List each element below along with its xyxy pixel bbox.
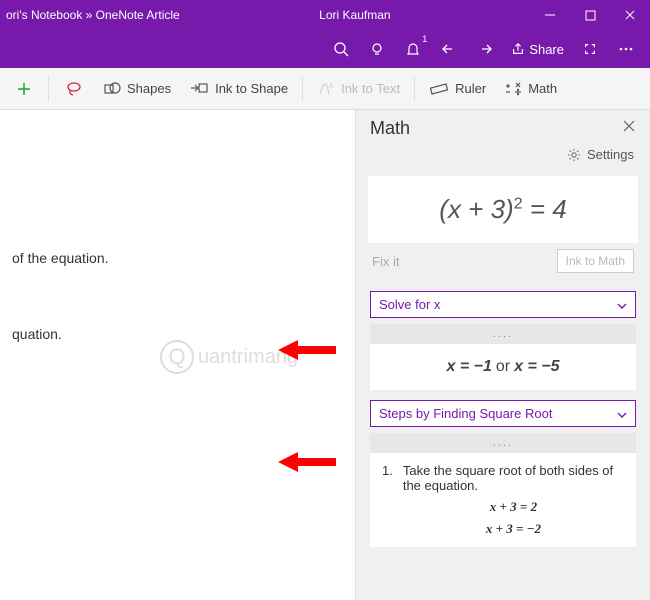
fullscreen-icon[interactable] (572, 30, 608, 68)
lightbulb-icon[interactable] (359, 30, 395, 68)
step-equation: x + 3 = −2 (403, 521, 624, 537)
chevron-down-icon (617, 406, 627, 421)
fix-it-button[interactable]: Fix it (372, 254, 557, 269)
annotation-arrow (278, 338, 338, 362)
undo-icon[interactable] (431, 30, 467, 68)
dropdown-label: Steps by Finding Square Root (379, 406, 617, 421)
ink-to-text-icon: A (317, 80, 335, 98)
ink-to-shape-button[interactable]: Ink to Shape (181, 71, 296, 107)
ruler-button[interactable]: Ruler (421, 71, 494, 107)
separator (48, 77, 49, 101)
math-pane: Math Settings (x + 3)2 = 4 Fix it Ink to… (355, 110, 650, 600)
steps-method-dropdown[interactable]: Steps by Finding Square Root (370, 400, 636, 427)
step-equation: x + 3 = 2 (403, 499, 624, 515)
maximize-button[interactable] (570, 0, 610, 30)
chevron-down-icon (617, 297, 627, 312)
close-pane-button[interactable] (622, 119, 636, 138)
add-page-button[interactable] (6, 71, 42, 107)
close-button[interactable] (610, 0, 650, 30)
expand-dots[interactable]: .... (370, 324, 636, 344)
notification-badge: 1 (422, 34, 427, 44)
command-bar: 1 Share (0, 30, 650, 68)
separator (302, 77, 303, 101)
step-number: 1. (382, 463, 393, 537)
shapes-label: Shapes (127, 81, 171, 96)
ink-to-shape-label: Ink to Shape (215, 81, 288, 96)
gear-icon (567, 148, 581, 162)
expand-dots[interactable]: .... (370, 433, 636, 453)
math-settings-button[interactable]: Settings (356, 143, 650, 170)
solution-display: x = −1orx = −5 (370, 344, 636, 390)
math-button[interactable]: Math (496, 71, 565, 107)
ink-to-text-button: A Ink to Text (309, 71, 408, 107)
settings-label: Settings (587, 147, 634, 162)
shapes-button[interactable]: Shapes (95, 71, 179, 107)
step-description: Take the square root of both sides of th… (403, 463, 624, 493)
solution-steps: 1. Take the square root of both sides of… (370, 453, 636, 547)
math-pane-title: Math (370, 118, 622, 139)
share-label: Share (529, 42, 564, 57)
search-icon[interactable] (323, 30, 359, 68)
title-bar: ori's Notebook » OneNote Article Lori Ka… (0, 0, 650, 30)
equation-display: (x + 3)2 = 4 (368, 176, 638, 243)
math-label: Math (528, 81, 557, 96)
dropdown-label: Solve for x (379, 297, 617, 312)
math-icon (504, 80, 522, 98)
minimize-button[interactable] (530, 0, 570, 30)
ruler-label: Ruler (455, 81, 486, 96)
more-icon[interactable] (608, 30, 644, 68)
canvas-text: of the equation. (12, 250, 343, 266)
note-canvas[interactable]: of the equation. quation. Quantrimang (0, 110, 355, 600)
breadcrumb[interactable]: ori's Notebook » OneNote Article (0, 8, 180, 22)
ink-to-shape-icon (189, 80, 209, 98)
lasso-select-button[interactable] (55, 71, 93, 107)
user-name[interactable]: Lori Kaufman (180, 8, 530, 22)
ruler-icon (429, 80, 449, 98)
solve-action-dropdown[interactable]: Solve for x (370, 291, 636, 318)
svg-text:A: A (329, 83, 334, 90)
ribbon-toolbar: Shapes Ink to Shape A Ink to Text Ruler … (0, 68, 650, 110)
ink-to-text-label: Ink to Text (341, 81, 400, 96)
notifications-icon[interactable]: 1 (395, 30, 431, 68)
share-button[interactable]: Share (503, 30, 572, 68)
separator (414, 77, 415, 101)
redo-icon[interactable] (467, 30, 503, 68)
ink-to-math-button[interactable]: Ink to Math (557, 249, 634, 273)
shapes-icon (103, 80, 121, 98)
annotation-arrow (278, 450, 338, 474)
